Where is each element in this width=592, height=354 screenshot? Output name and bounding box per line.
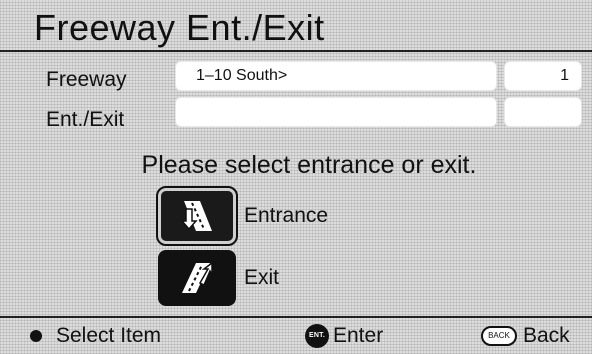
freeway-entrance-icon: [180, 201, 212, 231]
back-label: Back: [523, 324, 570, 347]
enter-button-icon: ENT.: [305, 324, 329, 348]
back-button-icon: BACK: [481, 326, 517, 346]
page-title: Freeway Ent./Exit: [0, 0, 592, 52]
back-hint[interactable]: BACK Back: [481, 318, 570, 354]
select-item-hint: Select Item: [30, 318, 161, 354]
footer-bar: Select Item ENT. Enter BACK Back: [0, 316, 592, 354]
freeway-value-field[interactable]: 1–10 South>: [175, 61, 497, 91]
freeway-label: Freeway: [46, 68, 127, 91]
enter-label: Enter: [333, 324, 384, 347]
select-item-label: Select Item: [56, 324, 162, 347]
freeway-exit-icon: [182, 261, 213, 293]
ent-exit-value-field[interactable]: [175, 97, 497, 127]
freeway-count-field: 1: [504, 61, 582, 91]
joystick-dot-icon: [30, 330, 42, 342]
ent-exit-label: Ent./Exit: [46, 108, 125, 131]
ent-exit-count-field: [504, 97, 582, 127]
instruction-prompt: Please select entrance or exit.: [141, 151, 477, 179]
entrance-label[interactable]: Entrance: [244, 188, 328, 244]
enter-hint[interactable]: ENT. Enter: [305, 318, 383, 354]
exit-button[interactable]: [158, 250, 236, 306]
exit-label[interactable]: Exit: [244, 250, 279, 306]
entrance-button[interactable]: [156, 186, 238, 246]
freeway-ent-exit-screen: Freeway Ent./Exit Freeway 1–10 South> 1 …: [0, 0, 592, 354]
